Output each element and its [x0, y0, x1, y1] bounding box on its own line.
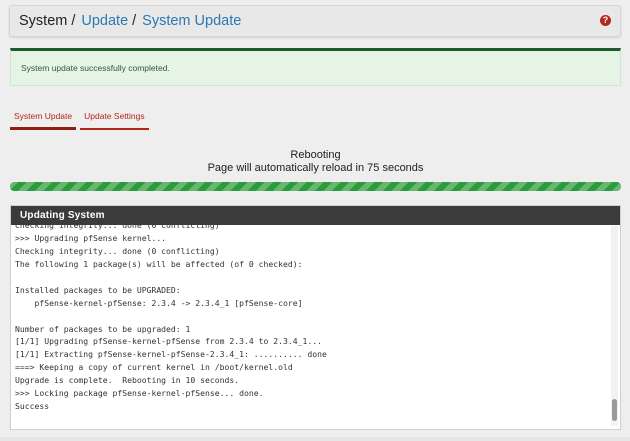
breadcrumb-system: System	[19, 13, 68, 29]
log-line: >>> Locking package pfSense-kernel-pfSen…	[15, 388, 264, 399]
breadcrumb-separator: /	[71, 13, 76, 29]
status-subtitle: Page will automatically reload in 75 sec…	[207, 162, 424, 174]
panel-title: Updating System	[11, 206, 620, 225]
tab-system-update[interactable]: System Update	[10, 104, 77, 130]
progress-bar	[10, 182, 621, 191]
log-line: pfSense-kernel-pfSense: 2.3.4 -> 2.3.4_1…	[15, 297, 303, 308]
log-line: >>> Upgrading pfSense kernel...	[15, 232, 167, 243]
alert-message: System update successfully completed.	[21, 63, 170, 73]
log-scrollbar[interactable]	[611, 226, 618, 426]
tab-update-settings[interactable]: Update Settings	[80, 104, 149, 130]
breadcrumb-separator: /	[132, 13, 137, 29]
log-line: Installed packages to be UPGRADED:	[15, 284, 181, 295]
update-log-output[interactable]: Checking integrity... done (0 conflictin…	[15, 225, 609, 425]
log-line: Number of packages to be upgraded: 1	[15, 323, 191, 334]
log-line: Upgrade is complete. Rebooting in 10 sec…	[15, 375, 240, 386]
log-line: The following 1 package(s) will be affec…	[15, 258, 303, 269]
page-bottom-divider	[0, 437, 630, 441]
log-line: [1/1] Upgrading pfSense-kernel-pfSense f…	[15, 336, 322, 347]
help-icon[interactable]: ?	[600, 15, 611, 26]
log-line: ===> Keeping a copy of current kernel in…	[15, 362, 293, 373]
log-line: Success	[15, 401, 50, 412]
progress-bar-fill	[10, 182, 621, 191]
reboot-status: Rebooting Page will automatically reload…	[10, 149, 621, 175]
breadcrumb: System / Update / System Update ?	[9, 5, 621, 37]
breadcrumb-system-update-link[interactable]: System Update	[142, 13, 241, 29]
log-line: Checking integrity... done (0 conflictin…	[15, 225, 220, 230]
log-lines: Checking integrity... done (0 conflictin…	[15, 225, 609, 413]
status-title: Rebooting	[290, 149, 341, 161]
log-line: Checking integrity... done (0 conflictin…	[15, 245, 220, 256]
log-line: [1/1] Extracting pfSense-kernel-pfSense-…	[15, 349, 327, 360]
breadcrumb-update-link[interactable]: Update	[81, 13, 128, 29]
tab-bar: System Update Update Settings	[10, 104, 153, 130]
scrollbar-thumb[interactable]	[612, 399, 617, 421]
updating-system-panel: Updating System Checking integrity... do…	[10, 205, 621, 430]
success-alert: System update successfully completed.	[10, 48, 621, 86]
